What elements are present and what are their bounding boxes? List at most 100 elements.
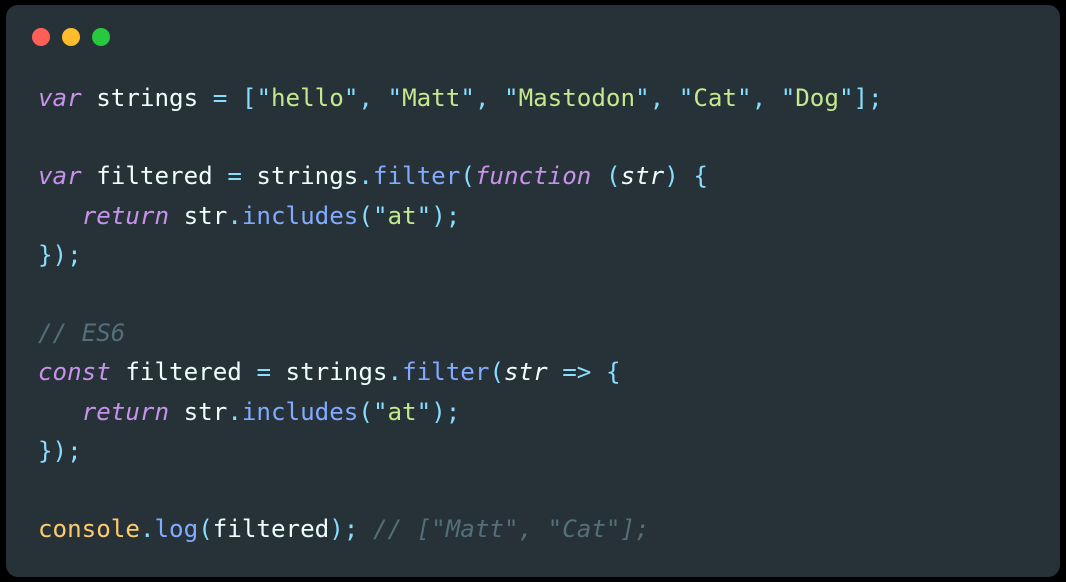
token-str-q: " xyxy=(344,84,359,112)
code-line: console.log(filtered); // ["Matt", "Cat"… xyxy=(38,510,1028,549)
token-str-q: " xyxy=(373,202,388,230)
token-str-q: " xyxy=(679,84,694,112)
token-punct: . xyxy=(227,202,242,230)
token-punct: , xyxy=(358,84,373,112)
token-str: Cat xyxy=(693,84,737,112)
token-var: strings xyxy=(271,358,388,386)
token-op: = xyxy=(213,84,228,112)
token-var xyxy=(664,84,679,112)
token-var xyxy=(489,84,504,112)
token-punct: , xyxy=(650,84,665,112)
token-punct: ( xyxy=(358,202,373,230)
token-punct: }); xyxy=(38,241,82,269)
token-fn: log xyxy=(155,515,199,543)
token-var xyxy=(38,398,82,426)
token-fn: includes xyxy=(242,202,359,230)
token-var: str xyxy=(169,398,227,426)
token-punct: ); xyxy=(431,202,460,230)
token-op: = xyxy=(256,358,271,386)
token-var: filtered xyxy=(96,162,227,190)
window-titlebar xyxy=(6,25,1060,49)
token-var: filtered xyxy=(125,358,256,386)
token-opi: => xyxy=(562,358,591,386)
token-punct: , xyxy=(752,84,767,112)
token-fn: filter xyxy=(373,162,460,190)
code-line: var strings = ["hello", "Matt", "Mastodo… xyxy=(38,79,1028,118)
token-var: strings xyxy=(242,162,359,190)
token-comment: // ["Matt", "Cat"]; xyxy=(373,515,650,543)
token-var xyxy=(227,84,242,112)
code-line: }); xyxy=(38,236,1028,275)
token-str-q: " xyxy=(781,84,796,112)
token-punct: }); xyxy=(38,437,82,465)
token-punct: ( xyxy=(606,162,621,190)
code-block: var strings = ["hello", "Matt", "Mastodo… xyxy=(6,49,1060,549)
token-builtin: console xyxy=(38,515,140,543)
token-punct: ); xyxy=(431,398,460,426)
token-punct: { xyxy=(606,358,621,386)
token-var xyxy=(38,202,82,230)
token-var xyxy=(591,358,606,386)
code-line: return str.includes("at"); xyxy=(38,197,1028,236)
token-op: = xyxy=(227,162,242,190)
token-punct: ( xyxy=(358,398,373,426)
token-var: filtered xyxy=(213,515,330,543)
token-var: strings xyxy=(96,84,213,112)
code-line: return str.includes("at"); xyxy=(38,393,1028,432)
token-str-q: " xyxy=(373,398,388,426)
token-punct: ) xyxy=(664,162,679,190)
token-punct: . xyxy=(140,515,155,543)
token-str: at xyxy=(388,202,417,230)
token-fn: includes xyxy=(242,398,359,426)
token-param: str xyxy=(504,358,562,386)
token-str: Matt xyxy=(402,84,460,112)
token-var xyxy=(766,84,781,112)
code-line xyxy=(38,275,1028,314)
token-kw: var xyxy=(38,84,96,112)
code-line xyxy=(38,471,1028,510)
token-punct: , xyxy=(475,84,490,112)
token-punct: ( xyxy=(198,515,213,543)
token-var: str xyxy=(169,202,227,230)
token-fn: filter xyxy=(402,358,489,386)
token-kw: const xyxy=(38,358,125,386)
code-window: var strings = ["hello", "Matt", "Mastodo… xyxy=(6,5,1060,577)
token-comment: // ES6 xyxy=(38,319,125,347)
code-line xyxy=(38,118,1028,157)
token-str-q: " xyxy=(460,84,475,112)
token-str-q: " xyxy=(417,398,432,426)
token-str-q: " xyxy=(839,84,854,112)
token-str: Dog xyxy=(795,84,839,112)
token-str: Mastodon xyxy=(519,84,636,112)
token-punct: . xyxy=(388,358,403,386)
token-kw: var xyxy=(38,162,96,190)
token-punct: { xyxy=(693,162,708,190)
token-punct: ); xyxy=(329,515,358,543)
code-line: var filtered = strings.filter(function (… xyxy=(38,157,1028,196)
token-punct: ( xyxy=(460,162,475,190)
zoom-icon[interactable] xyxy=(92,28,110,46)
close-icon[interactable] xyxy=(32,28,50,46)
token-str-q: " xyxy=(417,202,432,230)
token-param: str xyxy=(621,162,665,190)
minimize-icon[interactable] xyxy=(62,28,80,46)
token-str-q: " xyxy=(256,84,271,112)
token-str-q: " xyxy=(388,84,403,112)
token-var xyxy=(679,162,694,190)
token-kw: function xyxy=(475,162,606,190)
code-line: const filtered = strings.filter(str => { xyxy=(38,353,1028,392)
token-punct: . xyxy=(227,398,242,426)
token-str: hello xyxy=(271,84,344,112)
code-line: }); xyxy=(38,432,1028,471)
token-str-q: " xyxy=(504,84,519,112)
token-kw: return xyxy=(82,398,169,426)
token-punct: . xyxy=(358,162,373,190)
token-punct: [ xyxy=(242,84,257,112)
token-str: at xyxy=(388,398,417,426)
token-var xyxy=(358,515,373,543)
token-str-q: " xyxy=(635,84,650,112)
token-punct: ]; xyxy=(854,84,883,112)
token-punct: ( xyxy=(489,358,504,386)
token-var xyxy=(373,84,388,112)
token-kw: return xyxy=(82,202,169,230)
